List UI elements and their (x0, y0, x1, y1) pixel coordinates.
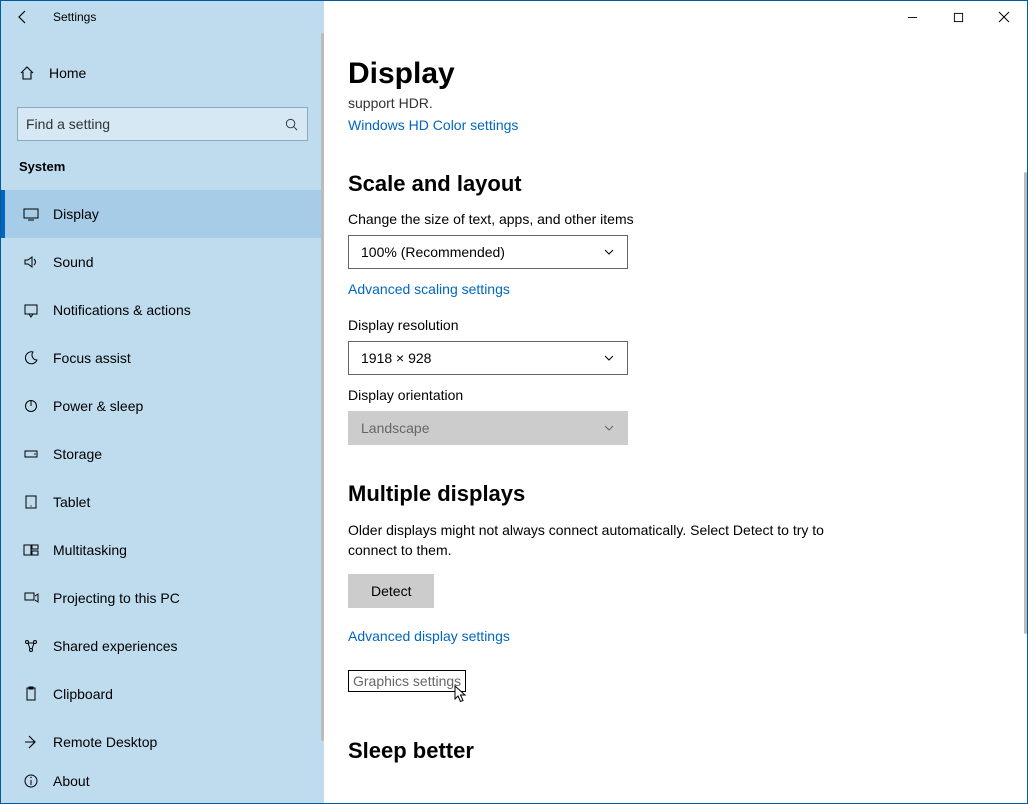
scale-value: 100% (Recommended) (361, 244, 505, 260)
hdr-settings-link[interactable]: Windows HD Color settings (348, 117, 518, 133)
remote-icon (23, 734, 53, 750)
sidebar-item-label: Sound (53, 254, 93, 270)
graphics-settings-link[interactable]: Graphics settings (348, 670, 466, 692)
sidebar: Home System Display Sound Notifications … (1, 33, 324, 803)
resolution-label: Display resolution (348, 317, 987, 333)
sidebar-item-label: Shared experiences (53, 638, 178, 654)
sidebar-item-label: Tablet (53, 494, 90, 510)
search-box[interactable] (17, 107, 308, 141)
maximize-icon (953, 12, 964, 23)
close-button[interactable] (981, 1, 1027, 33)
sidebar-item-label: Clipboard (53, 686, 113, 702)
monitor-icon (23, 206, 53, 222)
advanced-display-link[interactable]: Advanced display settings (348, 628, 510, 644)
clipboard-icon (23, 686, 53, 702)
sidebar-item-notifications[interactable]: Notifications & actions (1, 286, 324, 334)
sound-icon (23, 254, 53, 270)
sidebar-item-remote-desktop[interactable]: Remote Desktop (1, 718, 324, 766)
hdr-note: support HDR. (348, 95, 987, 111)
sidebar-item-label: Power & sleep (53, 398, 143, 414)
multiple-displays-heading: Multiple displays (348, 481, 987, 507)
sidebar-item-label: Remote Desktop (53, 734, 157, 750)
orientation-value: Landscape (361, 420, 430, 436)
main-content: Display support HDR. Windows HD Color se… (324, 33, 1027, 803)
multitask-icon (23, 542, 53, 558)
tablet-icon (23, 494, 53, 510)
about-icon (23, 773, 53, 789)
sleep-better-heading: Sleep better (348, 738, 987, 764)
advanced-scaling-link[interactable]: Advanced scaling settings (348, 281, 510, 297)
sidebar-item-about[interactable]: About (1, 766, 324, 796)
orientation-combobox: Landscape (348, 411, 628, 445)
storage-icon (23, 446, 53, 462)
power-icon (23, 398, 53, 414)
search-input[interactable] (26, 116, 284, 132)
sidebar-item-label: Display (53, 206, 99, 222)
chevron-down-icon (603, 422, 615, 434)
sidebar-item-shared-experiences[interactable]: Shared experiences (1, 622, 324, 670)
sidebar-item-display[interactable]: Display (1, 190, 324, 238)
shared-icon (23, 638, 53, 654)
chevron-down-icon (603, 352, 615, 364)
home-label: Home (49, 65, 86, 81)
sidebar-item-label: Notifications & actions (53, 302, 191, 318)
multiple-displays-text: Older displays might not always connect … (348, 521, 828, 560)
sidebar-item-tablet[interactable]: Tablet (1, 478, 324, 526)
back-button[interactable] (1, 1, 45, 33)
sidebar-item-label: Projecting to this PC (53, 590, 180, 606)
sidebar-item-label: Focus assist (53, 350, 131, 366)
close-icon (998, 11, 1010, 23)
scale-label: Change the size of text, apps, and other… (348, 211, 987, 227)
moon-icon (23, 350, 53, 366)
home-nav[interactable]: Home (1, 53, 324, 93)
sidebar-item-clipboard[interactable]: Clipboard (1, 670, 324, 718)
titlebar: Settings (1, 1, 1027, 33)
project-icon (23, 590, 53, 606)
sidebar-item-label: Storage (53, 446, 102, 462)
sidebar-item-power-sleep[interactable]: Power & sleep (1, 382, 324, 430)
main-scrollbar[interactable] (1024, 33, 1027, 803)
minimize-button[interactable] (889, 1, 935, 33)
orientation-label: Display orientation (348, 387, 987, 403)
scale-combobox[interactable]: 100% (Recommended) (348, 235, 628, 269)
window-title: Settings (53, 10, 96, 24)
resolution-combobox[interactable]: 1918 × 928 (348, 341, 628, 375)
notification-icon (23, 302, 53, 318)
sidebar-item-storage[interactable]: Storage (1, 430, 324, 478)
sidebar-item-focus-assist[interactable]: Focus assist (1, 334, 324, 382)
search-icon (284, 117, 299, 132)
page-title: Display (348, 57, 987, 91)
scale-layout-heading: Scale and layout (348, 171, 987, 197)
home-icon (19, 65, 49, 81)
category-label: System (1, 159, 324, 174)
sidebar-item-projecting[interactable]: Projecting to this PC (1, 574, 324, 622)
sidebar-item-multitasking[interactable]: Multitasking (1, 526, 324, 574)
sidebar-item-sound[interactable]: Sound (1, 238, 324, 286)
minimize-icon (907, 12, 918, 23)
sidebar-item-label: About (53, 773, 90, 789)
detect-button[interactable]: Detect (348, 574, 434, 608)
cursor-icon (454, 685, 470, 705)
maximize-button[interactable] (935, 1, 981, 33)
resolution-value: 1918 × 928 (361, 350, 431, 366)
chevron-down-icon (603, 246, 615, 258)
sidebar-item-label: Multitasking (53, 542, 127, 558)
arrow-left-icon (15, 9, 31, 25)
